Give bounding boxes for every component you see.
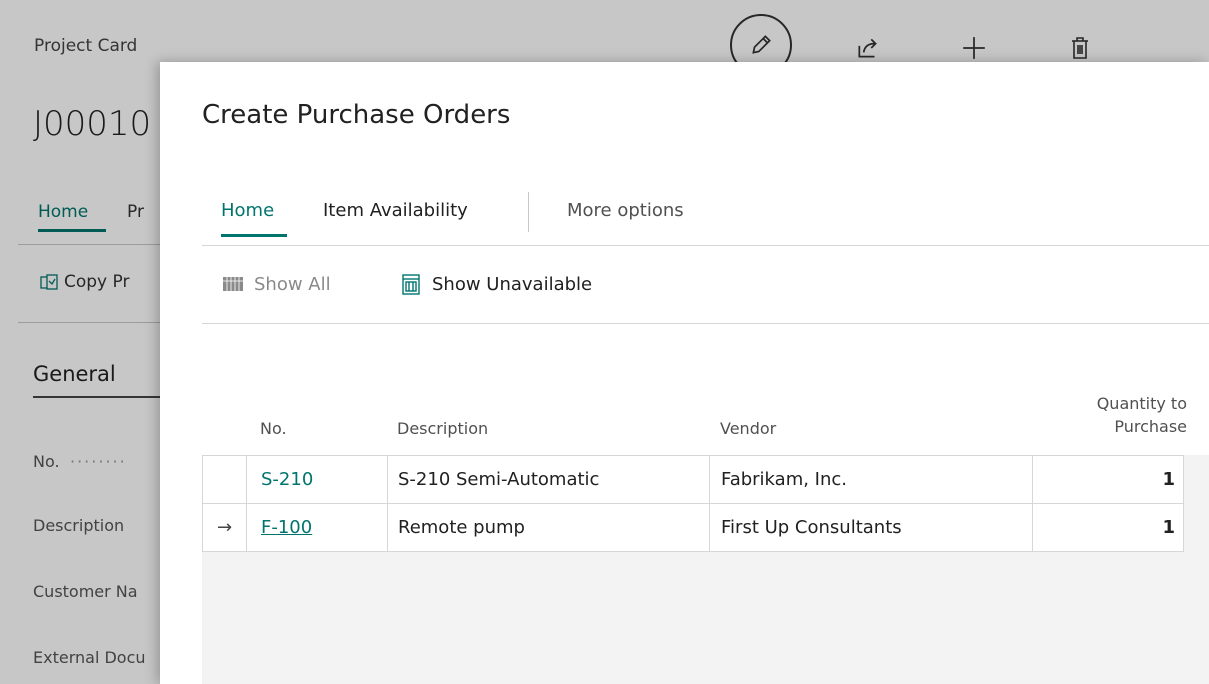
divider [202, 323, 1209, 324]
row-indicator-arrow-icon: → [203, 504, 247, 551]
column-header-vendor[interactable]: Vendor [720, 419, 776, 438]
vendor-cell[interactable]: Fabrikam, Inc. [710, 456, 1033, 503]
tab-item-availability[interactable]: Item Availability [323, 200, 468, 221]
divider [202, 245, 1209, 246]
show-all-label: Show All [254, 273, 331, 295]
show-all-button[interactable]: Show All [222, 268, 331, 300]
item-no-link[interactable]: S-210 [247, 456, 388, 503]
table-row[interactable]: → F-100 Remote pump First Up Consultants… [203, 504, 1184, 552]
create-purchase-orders-dialog: Create Purchase Orders Home Item Availab… [160, 62, 1209, 684]
table-row[interactable]: S-210 S-210 Semi-Automatic Fabrikam, Inc… [203, 456, 1184, 504]
grid-body: S-210 S-210 Semi-Automatic Fabrikam, Inc… [202, 455, 1184, 552]
column-header-quantity-to-purchase[interactable]: Quantity to Purchase [1047, 392, 1187, 438]
item-no-text: F-100 [261, 517, 313, 538]
row-indicator [203, 456, 247, 503]
description-cell[interactable]: Remote pump [388, 504, 710, 551]
show-unavailable-icon [402, 274, 420, 295]
show-all-icon [223, 277, 243, 291]
show-unavailable-label: Show Unavailable [432, 273, 593, 295]
tab-home[interactable]: Home [221, 200, 274, 221]
column-header-no[interactable]: No. [260, 419, 287, 438]
item-no-link[interactable]: F-100 [247, 504, 388, 551]
quantity-cell[interactable]: 1 [1033, 504, 1184, 551]
tab-separator [528, 192, 529, 232]
tab-more-options[interactable]: More options [567, 200, 684, 221]
vendor-cell[interactable]: First Up Consultants [710, 504, 1033, 551]
quantity-cell[interactable]: 1 [1033, 456, 1184, 503]
description-cell[interactable]: S-210 Semi-Automatic [388, 456, 710, 503]
dialog-title: Create Purchase Orders [202, 100, 511, 130]
purchase-lines-grid: No. Description Vendor Quantity to Purch… [202, 387, 1209, 684]
grid-header: No. Description Vendor Quantity to Purch… [202, 387, 1209, 455]
show-unavailable-button[interactable]: Show Unavailable [400, 268, 592, 300]
item-no-text: S-210 [261, 469, 314, 490]
tab-home-underline [221, 234, 287, 237]
column-header-description[interactable]: Description [397, 419, 488, 438]
